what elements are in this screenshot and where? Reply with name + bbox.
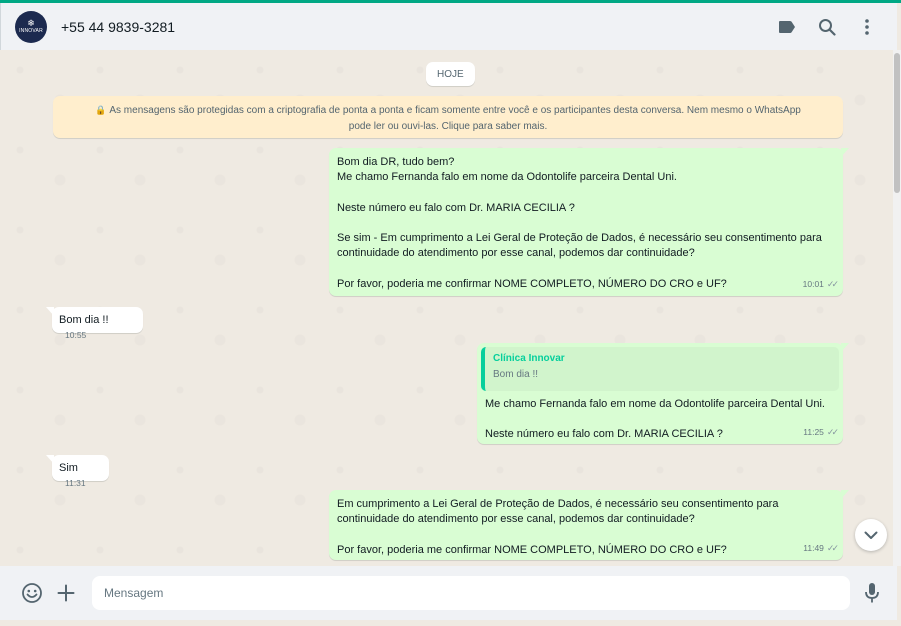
microphone-icon (865, 583, 879, 603)
header-actions (777, 17, 877, 37)
message-bubble-outgoing[interactable]: Em cumprimento a Lei Geral de Proteção d… (329, 490, 849, 560)
message-list[interactable]: HOJE 🔒 As mensagens são protegidas com a … (0, 50, 893, 566)
quoted-text: Bom dia !! (493, 369, 539, 380)
plus-icon (57, 584, 75, 602)
bubble-tail (46, 307, 54, 316)
contact-avatar[interactable]: ❄ INNOVAR (15, 10, 47, 43)
message-meta: 11:25 ✓✓ (803, 425, 839, 440)
message-meta: 11:49 ✓✓ (803, 541, 839, 556)
quoted-author: Clínica Innovar (493, 353, 565, 364)
message-bubble-incoming[interactable]: Sim 11:31 (46, 455, 109, 488)
message-input[interactable] (92, 576, 850, 610)
bubble-tail (841, 343, 849, 352)
tooth-icon: ❄ (27, 18, 35, 28)
voice-message-button[interactable] (860, 581, 884, 605)
search-icon[interactable] (817, 17, 837, 37)
chat-window: ❄ INNOVAR +55 44 9839-3281 HOJE 🔒 As mens… (0, 3, 901, 626)
quoted-message[interactable]: Clínica Innovar Bom dia !! (481, 347, 839, 391)
message-text: Sim (59, 462, 78, 474)
lock-icon: 🔒 (95, 105, 107, 115)
message-meta: 10:01 ✓✓ (802, 277, 839, 292)
message-time: 11:31 (65, 478, 86, 489)
message-text: Bom dia DR, tudo bem? Me chamo Fernanda … (337, 156, 822, 290)
bubble-tail (46, 455, 54, 464)
encryption-notice[interactable]: 🔒 As mensagens são protegidas com a cript… (53, 96, 843, 138)
avatar-brand: INNOVAR (19, 28, 43, 34)
message-time: 10:55 (65, 330, 87, 341)
chevron-down-icon (864, 531, 878, 539)
compose-bar (0, 566, 897, 620)
message-text: Bom dia !! (59, 314, 109, 326)
chat-scrollbar-thumb[interactable] (894, 53, 900, 193)
message-time: 11:49 (803, 542, 824, 553)
message-meta: 10:55 (65, 328, 86, 343)
contact-name[interactable]: +55 44 9839-3281 (61, 19, 175, 35)
message-bubble-outgoing-reply[interactable]: Clínica Innovar Bom dia !! Me chamo Fern… (477, 343, 849, 444)
attach-button[interactable] (54, 581, 78, 605)
emoji-button[interactable] (20, 581, 44, 605)
double-check-icon: ✓✓ (826, 426, 839, 437)
bubble-tail (841, 490, 849, 499)
double-check-icon: ✓✓ (826, 542, 839, 553)
label-icon[interactable] (777, 17, 797, 37)
message-bubble-outgoing[interactable]: Bom dia DR, tudo bem? Me chamo Fernanda … (329, 148, 849, 296)
bubble-tail (841, 148, 849, 157)
scroll-to-bottom-button[interactable] (855, 519, 887, 551)
message-time: 10:01 (802, 278, 824, 289)
message-text: Em cumprimento a Lei Geral de Proteção d… (337, 498, 779, 556)
encryption-notice-text: As mensagens são protegidas com a cripto… (109, 105, 801, 132)
message-text: Me chamo Fernanda falo em nome da Odonto… (485, 398, 825, 441)
emoji-icon (22, 583, 42, 603)
message-meta: 11:31 (65, 476, 86, 491)
chat-header: ❄ INNOVAR +55 44 9839-3281 (0, 3, 897, 50)
menu-dots-icon[interactable] (857, 17, 877, 37)
message-bubble-incoming[interactable]: Bom dia !! 10:55 (46, 307, 143, 340)
message-time: 11:25 (803, 426, 824, 437)
double-check-icon: ✓✓ (826, 278, 839, 289)
day-separator: HOJE (426, 62, 475, 86)
